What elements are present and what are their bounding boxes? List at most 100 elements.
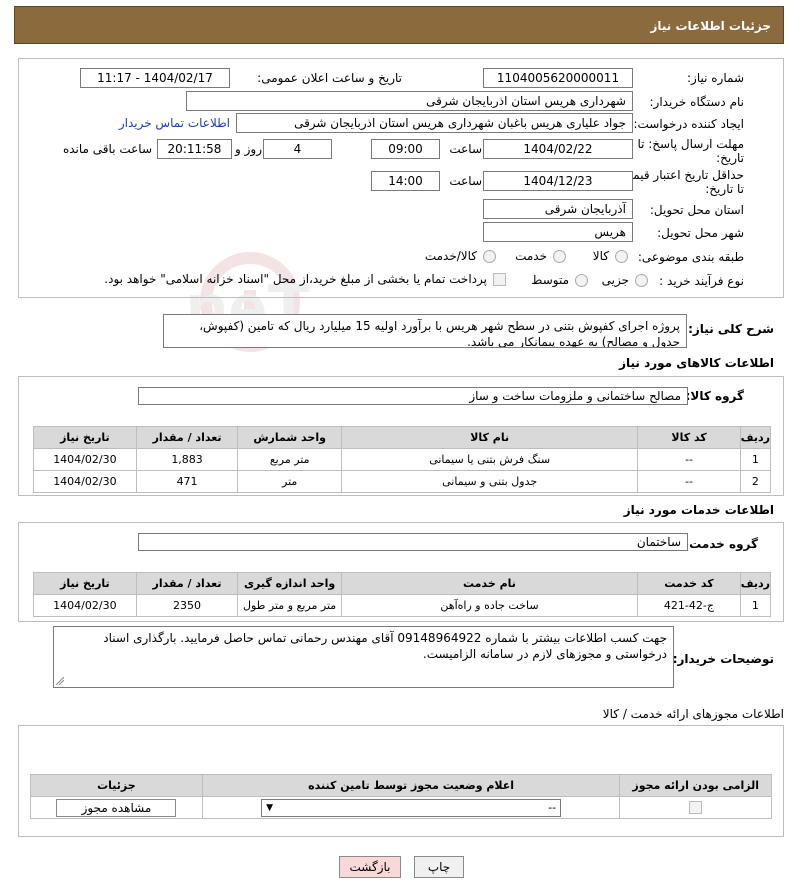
goods-table: ردیف کد کالا نام کالا واحد شمارش تعداد /… xyxy=(33,426,772,493)
table-row: 1 ج-42-421 ساخت جاده و راه‌آهن متر مربع … xyxy=(33,594,772,617)
col-code: کد کالا xyxy=(637,426,741,449)
back-button[interactable]: بازگشت xyxy=(339,856,401,878)
days-remaining-field: 4 xyxy=(263,139,332,159)
radio-button[interactable] xyxy=(483,249,496,263)
print-button[interactable]: چاپ xyxy=(414,856,464,878)
cell: -- ▼ xyxy=(201,796,621,819)
goods-table-header: ردیف کد کالا نام کالا واحد شمارش تعداد /… xyxy=(33,426,772,449)
treasury-payment-option[interactable]: پرداخت تمام یا بخشی از مبلغ خرید،از محل … xyxy=(104,272,506,286)
province-field: آذربایجان شرقی xyxy=(483,199,633,219)
cell: متر xyxy=(237,470,342,493)
page-header: جزئیات اطلاعات نیاز xyxy=(14,6,784,44)
col-date: تاریخ نیاز xyxy=(33,426,137,449)
category-radio-goods[interactable]: کالا xyxy=(593,249,628,263)
description-textarea[interactable]: پروژه اجرای کفپوش بتنی در سطح شهر هریس ب… xyxy=(163,314,687,348)
buyer-notes-text: جهت کسب اطلاعات بیشتر با شماره 091489649… xyxy=(103,631,667,661)
table-row: 2 -- جدول بتنی و سیمانی متر 471 1404/02/… xyxy=(33,470,772,493)
cell: 1404/02/30 xyxy=(33,594,137,617)
goods-section-title: اطلاعات کالاهای مورد نیاز xyxy=(619,356,774,370)
process-radio-medium[interactable]: متوسط xyxy=(531,273,588,287)
reply-deadline-label-2: تاریخ: xyxy=(716,151,744,165)
reply-date-field: 1404/02/22 xyxy=(483,139,633,159)
services-section-title: اطلاعات خدمات مورد نیاز xyxy=(623,503,774,517)
col-row: ردیف xyxy=(739,426,772,449)
announce-date-label: تاریخ و ساعت اعلان عمومی: xyxy=(257,71,402,85)
services-table-header: ردیف کد خدمت نام خدمت واحد اندازه گیری ت… xyxy=(33,572,772,595)
permit-status-select[interactable]: -- ▼ xyxy=(261,798,562,817)
reply-hour-label: ساعت xyxy=(449,142,482,156)
goods-group-field: مصالح ساختمانی و ملزومات ساخت و ساز xyxy=(138,387,688,405)
payment-note: پرداخت تمام یا بخشی از مبلغ خرید،از محل … xyxy=(104,272,487,286)
page-title: جزئیات اطلاعات نیاز xyxy=(650,19,771,33)
buyer-label: نام دستگاه خریدار: xyxy=(649,95,745,109)
process-type-label: نوع فرآیند خرید : xyxy=(659,274,744,288)
cell: 471 xyxy=(135,470,239,493)
category-radio-service[interactable]: خدمت xyxy=(515,249,566,263)
cell: متر مربع xyxy=(237,448,342,471)
days-label: روز و xyxy=(235,142,262,156)
description-label: شرح کلی نیاز: xyxy=(688,322,774,336)
permits-table-header: الزامی بودن ارائه مجوز اعلام وضعیت مجوز … xyxy=(30,774,772,797)
cell: 1,883 xyxy=(135,448,239,471)
cell: 1 xyxy=(739,448,772,471)
checkbox[interactable] xyxy=(493,272,506,286)
buyer-field: شهرداری هریس استان اذربایجان شرقی xyxy=(186,91,633,111)
select-value: -- xyxy=(548,801,557,814)
col-qty: تعداد / مقدار xyxy=(135,426,239,449)
cell: 1 xyxy=(739,594,772,617)
category-label: طبقه بندی موضوعی: xyxy=(637,250,744,264)
col-name: نام کالا xyxy=(340,426,639,449)
need-number-field: 1104005620000011 xyxy=(483,68,633,88)
remaining-time-label: ساعت باقی مانده xyxy=(62,142,152,156)
process-radio-partial[interactable]: جزیی xyxy=(602,273,648,287)
category-radio-goods-service[interactable]: کالا/خدمت xyxy=(425,249,496,263)
validity-time-field: 14:00 xyxy=(371,171,440,191)
validity-label: حداقل تاریخ اعتبار قیمت: xyxy=(617,168,744,182)
permits-section-title: اطلاعات مجوزهای ارائه خدمت / کالا xyxy=(602,707,784,721)
radio-button[interactable] xyxy=(553,249,566,263)
table-row: -- ▼ مشاهده مجوز xyxy=(30,796,772,819)
city-label: شهر محل تحویل: xyxy=(657,226,744,240)
radio-button[interactable] xyxy=(615,249,628,263)
need-number-label: شماره نیاز: xyxy=(687,71,744,85)
radio-label: متوسط xyxy=(531,273,569,287)
col-unit: واحد اندازه گیری xyxy=(237,572,342,595)
cell: ج-42-421 xyxy=(637,594,741,617)
radio-button[interactable] xyxy=(575,273,588,287)
validity-label-2: تا تاریخ: xyxy=(705,182,744,196)
permits-table: الزامی بودن ارائه مجوز اعلام وضعیت مجوز … xyxy=(30,774,772,819)
col-name: نام خدمت xyxy=(340,572,639,595)
radio-label: کالا xyxy=(592,249,609,263)
radio-label: جزیی xyxy=(601,273,629,287)
cell: 2350 xyxy=(135,594,239,617)
resize-grip-icon[interactable] xyxy=(56,677,64,685)
chevron-down-icon: ▼ xyxy=(266,802,274,813)
cell: -- xyxy=(637,448,741,471)
reply-deadline-label: مهلت ارسال پاسخ: تا xyxy=(637,137,744,151)
view-permit-button[interactable]: مشاهده مجوز xyxy=(56,798,177,817)
validity-date-field: 1404/12/23 xyxy=(483,171,633,191)
province-label: استان محل تحویل: xyxy=(649,203,744,217)
city-field: هریس xyxy=(483,222,633,242)
col-qty: تعداد / مقدار xyxy=(135,572,239,595)
buyer-notes-textarea[interactable]: جهت کسب اطلاعات بیشتر با شماره 091489649… xyxy=(53,626,674,688)
col-row: ردیف xyxy=(739,572,772,595)
col-required: الزامی بودن ارائه مجوز xyxy=(619,774,772,797)
buyer-notes-label: توضیحات خریدار: xyxy=(672,652,774,666)
cell: مشاهده مجوز xyxy=(30,796,203,819)
col-status: اعلام وضعیت مجوز توسط تامین کننده xyxy=(201,774,621,797)
col-unit: واحد شمارش xyxy=(237,426,342,449)
cell: 2 xyxy=(739,470,772,493)
creator-label: ایجاد کننده درخواست: xyxy=(633,117,744,131)
services-group-field: ساختمان xyxy=(138,533,688,551)
radio-button[interactable] xyxy=(635,273,648,287)
cell xyxy=(619,796,772,819)
remaining-time-field: 20:11:58 xyxy=(157,139,232,159)
cell: متر مربع و متر طول xyxy=(237,594,342,617)
cell: ساخت جاده و راه‌آهن xyxy=(340,594,639,617)
cell: 1404/02/30 xyxy=(33,448,137,471)
buyer-contact-link[interactable]: اطلاعات تماس خریدار xyxy=(119,116,230,130)
goods-group-label: گروه کالا: xyxy=(685,389,744,403)
services-table: ردیف کد خدمت نام خدمت واحد اندازه گیری ت… xyxy=(33,572,772,617)
cell: جدول بتنی و سیمانی xyxy=(340,470,639,493)
